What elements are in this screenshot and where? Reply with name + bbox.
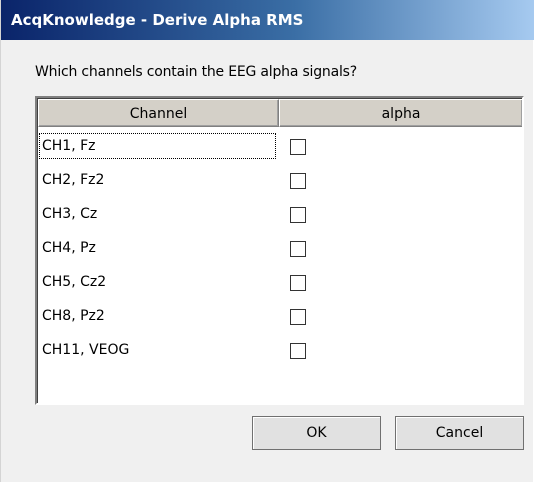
column-header-channel[interactable]: Channel bbox=[38, 99, 279, 127]
channel-name: CH2, Fz2 bbox=[42, 172, 105, 188]
table-row[interactable]: CH11, VEOG bbox=[38, 333, 522, 367]
table-row[interactable]: CH8, Pz2 bbox=[38, 299, 522, 333]
alpha-checkbox[interactable] bbox=[290, 241, 306, 257]
table-header: Channel alpha bbox=[38, 99, 522, 127]
channel-name: CH3, Cz bbox=[42, 206, 98, 222]
table-row[interactable]: CH5, Cz2 bbox=[38, 265, 522, 299]
channel-name: CH8, Pz2 bbox=[42, 308, 105, 324]
alpha-checkbox[interactable] bbox=[290, 207, 306, 223]
table-row[interactable]: CH1, Fz bbox=[38, 129, 522, 163]
channel-name: CH1, Fz bbox=[42, 138, 96, 154]
derive-alpha-rms-dialog: AcqKnowledge - Derive Alpha RMS Which ch… bbox=[0, 0, 534, 482]
window-title: AcqKnowledge - Derive Alpha RMS bbox=[11, 11, 304, 29]
alpha-checkbox[interactable] bbox=[290, 343, 306, 359]
cancel-button[interactable]: Cancel bbox=[395, 416, 524, 450]
alpha-checkbox[interactable] bbox=[290, 309, 306, 325]
channel-name: CH5, Cz2 bbox=[42, 274, 107, 290]
ok-button[interactable]: OK bbox=[252, 416, 381, 450]
window-title-bar[interactable]: AcqKnowledge - Derive Alpha RMS bbox=[1, 0, 534, 40]
table-row[interactable]: CH4, Pz bbox=[38, 231, 522, 265]
prompt-text: Which channels contain the EEG alpha sig… bbox=[35, 64, 357, 80]
table-row[interactable]: CH2, Fz2 bbox=[38, 163, 522, 197]
alpha-checkbox[interactable] bbox=[290, 139, 306, 155]
channel-table: Channel alpha CH1, Fz CH2, Fz2 CH3, Cz C… bbox=[35, 96, 524, 405]
column-header-alpha[interactable]: alpha bbox=[279, 99, 522, 127]
alpha-checkbox[interactable] bbox=[290, 173, 306, 189]
alpha-checkbox[interactable] bbox=[290, 275, 306, 291]
table-row[interactable]: CH3, Cz bbox=[38, 197, 522, 231]
channel-name: CH4, Pz bbox=[42, 240, 96, 256]
channel-name: CH11, VEOG bbox=[42, 342, 130, 358]
